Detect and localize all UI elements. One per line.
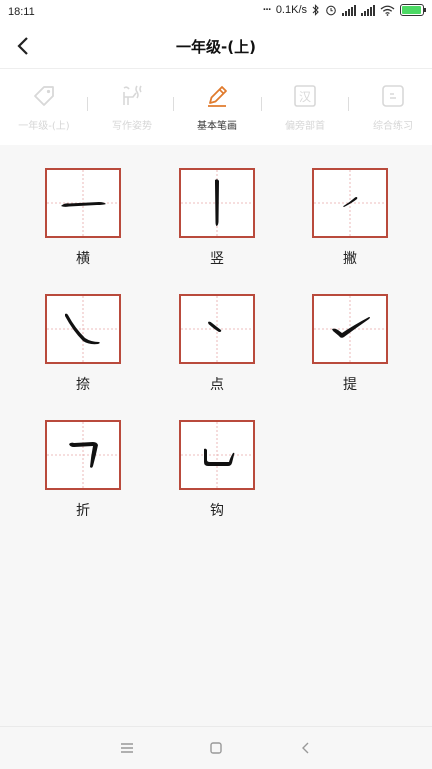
tag-icon [34, 86, 54, 106]
tab-basic-strokes[interactable]: 基本笔画 [174, 83, 260, 132]
stroke-name: 横 [76, 251, 90, 267]
signal-2-icon [361, 4, 375, 16]
stroke-name: 捺 [76, 377, 90, 393]
stroke-practice-box [179, 420, 255, 490]
tab-label: 综合练习 [373, 121, 413, 132]
tab-divider [173, 97, 174, 111]
tab-label: 写作姿势 [112, 121, 152, 132]
stroke-practice-box [45, 294, 121, 364]
category-tabs: 一年级-(上) 写作姿势 基本笔画 汉 偏旁部首 综合练习 [0, 68, 432, 145]
alarm-icon [326, 5, 336, 16]
stroke-name: 点 [210, 377, 224, 393]
menu-icon[interactable] [118, 739, 136, 757]
stroke-practice-box [312, 168, 388, 238]
wifi-icon [380, 5, 395, 16]
app-bar: 一年级-(上) [0, 24, 432, 68]
svg-text:汉: 汉 [299, 90, 311, 104]
stroke-name: 竖 [210, 251, 224, 267]
status-icons: ··· 0.1K/s [262, 4, 426, 16]
stroke-card-heng[interactable]: 横 [45, 168, 121, 268]
stroke-ti-glyph [314, 296, 386, 362]
tab-divider [87, 97, 88, 111]
stroke-gou-glyph [181, 422, 253, 488]
stroke-pie-glyph [314, 170, 386, 236]
stroke-practice-box [45, 168, 121, 238]
battery-icon [400, 4, 426, 16]
tab-grade-one[interactable]: 一年级-(上) [1, 83, 87, 132]
stroke-card-zhe[interactable]: 折 [45, 420, 121, 520]
stroke-card-dian[interactable]: 点 [179, 294, 255, 394]
net-speed: 0.1K/s [275, 4, 307, 16]
stroke-card-gou[interactable]: 钩 [179, 420, 255, 520]
stroke-card-shu[interactable]: 竖 [179, 168, 255, 268]
stroke-zhe-glyph [47, 422, 119, 488]
home-icon[interactable] [207, 739, 225, 757]
stroke-practice-box [312, 294, 388, 364]
tab-label: 偏旁部首 [285, 121, 325, 132]
tab-divider [348, 97, 349, 111]
stroke-card-ti[interactable]: 提 [312, 294, 388, 394]
stroke-practice-box [45, 420, 121, 490]
back-triangle-icon[interactable] [297, 739, 315, 757]
page-title: 一年级-(上) [176, 38, 256, 56]
system-nav-bar [0, 726, 432, 769]
tab-practice[interactable]: 综合练习 [350, 83, 432, 132]
stroke-name: 提 [343, 377, 357, 393]
stroke-na-glyph [47, 296, 119, 362]
signal-icon [342, 4, 356, 16]
tab-divider [261, 97, 262, 111]
practice-icon [382, 85, 404, 107]
status-time: 18:11 [8, 6, 35, 18]
stroke-card-pie[interactable]: 撇 [312, 168, 388, 268]
more-dots-icon: ··· [262, 4, 272, 16]
bluetooth-icon [312, 4, 319, 16]
stroke-dian-glyph [181, 296, 253, 362]
stroke-card-na[interactable]: 捺 [45, 294, 121, 394]
stroke-shu-glyph [181, 170, 253, 236]
stroke-practice-box [179, 168, 255, 238]
posture-icon [123, 85, 142, 105]
stroke-name: 折 [76, 503, 90, 519]
stroke-practice-box [179, 294, 255, 364]
pencil-icon [208, 86, 227, 107]
stroke-name: 钩 [210, 503, 224, 519]
tab-radicals[interactable]: 汉 偏旁部首 [262, 83, 348, 132]
tab-label: 基本笔画 [197, 121, 237, 132]
status-bar: 18:11 ··· 0.1K/s [0, 0, 432, 24]
stroke-name: 撇 [343, 251, 357, 267]
tab-label: 一年级-(上) [18, 121, 70, 132]
radical-icon: 汉 [294, 85, 316, 107]
tab-posture[interactable]: 写作姿势 [89, 83, 175, 132]
stroke-heng-glyph [47, 170, 119, 236]
